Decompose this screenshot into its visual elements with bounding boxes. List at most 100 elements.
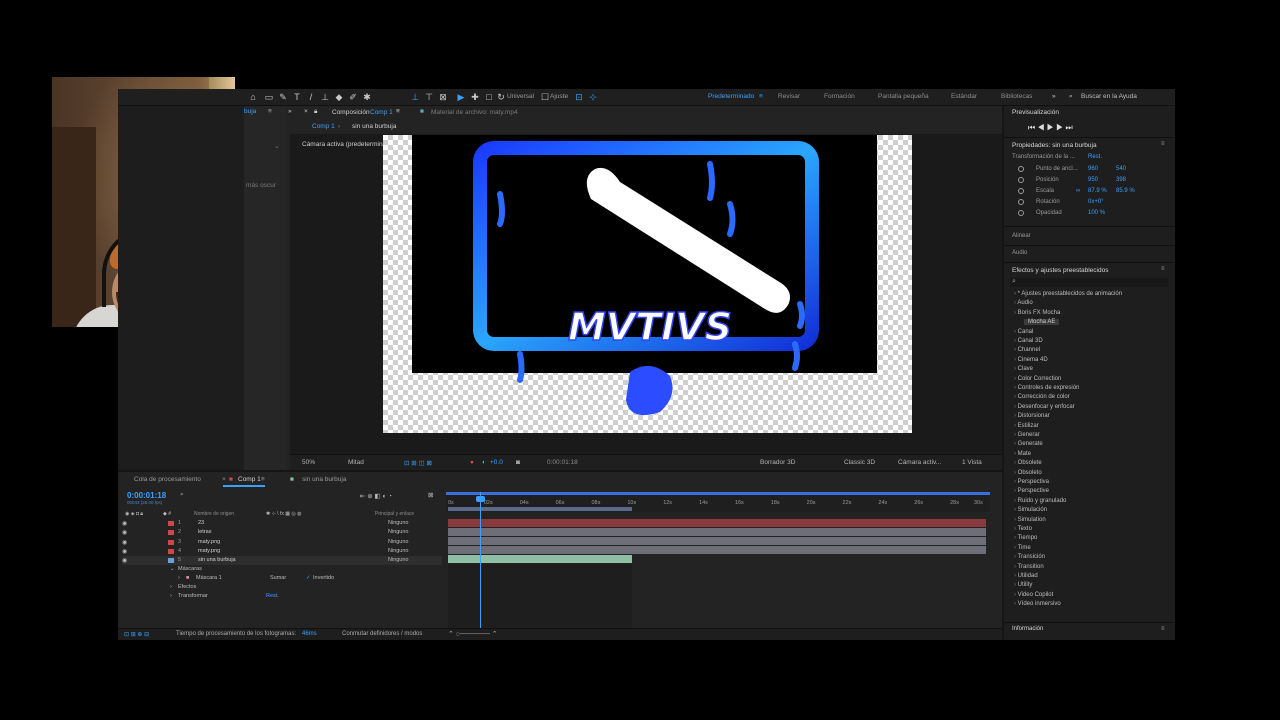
pen-tool-icon[interactable]: ✎ [278,92,288,102]
mask-1-label[interactable]: Máscara 1 [196,575,222,581]
track-bar-layer-5[interactable] [448,555,632,563]
prop-opacity[interactable]: 100 % [1088,210,1105,216]
effects-category-item[interactable]: Obsolete [1014,460,1042,466]
layer-label-color[interactable] [168,521,174,526]
exposure-value[interactable]: +0.0 [490,459,503,466]
layer-parent-select[interactable]: Ninguno [388,529,409,535]
toggle-switches-modes[interactable]: Conmutar definidores / modos [342,631,422,637]
close-icon[interactable]: × [304,108,308,115]
effects-category-item[interactable]: Utility [1014,582,1033,588]
zoom-slider-icon[interactable]: ⌃ ○────── ⌃ [448,630,498,638]
chevron-right-icon[interactable]: › [170,593,172,599]
close-icon[interactable]: × [222,476,226,483]
layer-name[interactable]: letras [198,529,211,535]
renderer-label[interactable]: Borrador 3D [760,459,795,466]
layer-label-color[interactable] [168,548,174,554]
eye-icon[interactable]: ◉ [122,520,127,527]
track-bar-layer-3[interactable] [448,537,986,545]
footage-tab[interactable]: Material de archivo: maty.mp4 [431,109,518,116]
panel-collapse-icon[interactable]: » [288,108,292,115]
universal-label[interactable]: Universal [507,93,534,100]
stopwatch-icon[interactable] [1018,166,1024,172]
project-dropdown[interactable]: más oscur [246,182,276,189]
ajuste-label[interactable]: Ajuste [550,93,568,100]
timeline-layer-row[interactable]: ◉ 2 letras Ninguno [122,528,442,537]
help-search-input[interactable]: Buscar en la Ayuda [1081,93,1137,100]
col-source-name[interactable]: Nombre de origen [194,511,234,517]
chevron-right-icon[interactable]: › [170,584,172,590]
layer-name[interactable]: maty.png [198,548,220,554]
effects-category-item[interactable]: Canal 3D [1014,338,1043,344]
text-tool-icon[interactable]: T [292,92,302,102]
workspace-bibliotecas[interactable]: Bibliotecas [1001,93,1032,100]
layer-name[interactable]: 23 [198,520,204,526]
properties-menu-icon[interactable]: ≡ [1161,141,1165,147]
prop-scale-y[interactable]: 85.9 % [1116,188,1135,194]
effects-category-item[interactable]: Perspectiva [1014,479,1049,485]
effects-category-item[interactable]: Transición [1014,554,1045,560]
pan-tool-icon[interactable]: ⊠ [438,92,448,102]
timeline-layer-row[interactable]: ◉ 3 maty.png Ninguno [122,538,442,547]
effects-category-item[interactable]: Texto [1014,526,1032,532]
transform-reset-link[interactable]: Rest. [266,593,279,599]
audio-panel-label[interactable]: Audio [1012,250,1027,256]
link-icon[interactable]: ∞ [1076,188,1080,194]
workspace-menu-icon[interactable]: ≡ [759,93,763,100]
comp-menu-icon[interactable]: ≡ [396,108,400,115]
workspace-formacion[interactable]: Formación [824,93,855,100]
effects-category-item[interactable]: Clave [1014,366,1033,372]
effects-category-item[interactable]: Transition [1014,564,1044,570]
effects-category-item[interactable]: Canal [1014,329,1034,335]
effects-category-item[interactable]: Simulación [1014,507,1047,513]
workspace-predeterminado[interactable]: Predeterminado [708,93,754,100]
layer-parent-select[interactable]: Ninguno [388,520,409,526]
timeline-layer-row[interactable]: ◉ 1 23 Ninguno [122,519,442,528]
channel-icon[interactable]: ● [470,459,474,466]
effects-category-item[interactable]: Estilizar [1014,423,1039,429]
col-parent-link[interactable]: Principal y enlace [375,511,414,517]
current-time-indicator[interactable] [480,492,481,628]
work-area-range[interactable] [448,507,632,511]
eraser-tool-icon[interactable]: ◆ [334,92,344,102]
prop-position-y[interactable]: 398 [1116,177,1126,183]
stopwatch-icon[interactable] [1018,210,1024,216]
project-menu-icon[interactable]: ≡ [268,108,272,115]
effects-category-item[interactable]: Perspective [1014,488,1049,494]
eye-icon[interactable]: ◉ [122,529,127,536]
exposure-icon[interactable]: ◐ [482,459,486,466]
prop-scale-x[interactable]: 87.9 % [1088,188,1107,194]
more-workspaces-icon[interactable]: » [1052,93,1056,100]
snap-icon[interactable]: ⊡ [574,92,584,102]
timeline-tool-icons[interactable]: ⇤ ⊕ ◧ ◐ ◔ [360,492,392,500]
effects-category-item[interactable]: Boris FX Mocha [1014,310,1061,316]
lock-icon[interactable]: 🔒︎ [314,108,317,116]
rectangle-tool-icon[interactable]: ▭ [264,92,274,102]
workspace-estandar[interactable]: Estándar [951,93,977,100]
chevron-down-icon[interactable]: ⌄ [274,142,279,150]
eye-icon[interactable]: ◉ [122,557,127,564]
eye-icon[interactable]: ◉ [122,548,127,555]
effects-category-item[interactable]: Generar [1014,432,1040,438]
mask-mode-select[interactable]: Sumar [270,575,286,581]
layer-parent-select[interactable]: Ninguno [388,539,409,545]
layer-label-color[interactable] [168,530,174,536]
anchor-tool-icon[interactable]: ⊤ [424,92,434,102]
info-panel-label[interactable]: Información [1012,626,1043,632]
ajuste-checkbox-icon[interactable]: ☐ [540,92,550,102]
move-tool-icon[interactable]: ✚ [470,92,480,102]
effects-menu-icon[interactable]: ≡ [1161,266,1165,272]
effects-category-item[interactable]: Color Correction [1014,376,1062,382]
effects-category-item[interactable]: Mate [1014,451,1031,457]
composition-viewer[interactable]: Cámara activa (predeterminada) MVTIVS [290,134,1002,454]
tab-comp-1[interactable]: Comp 1 [238,476,261,483]
effects-category-item[interactable]: Vídeo inmersivo [1014,601,1061,607]
effects-category-item[interactable]: Audio [1014,300,1032,306]
track-bar-layer-1[interactable] [448,519,986,527]
masks-label[interactable]: Máscaras [178,566,202,572]
resolution-select[interactable]: Mitad [348,459,364,466]
renderer-mode[interactable]: Classic 3D [844,459,875,466]
search-icon[interactable]: ⌕ [1069,93,1073,101]
preview-transport-icon[interactable]: ⏮ ◀ ▶ ▶ ⏭ [1028,123,1073,133]
effects-category-item[interactable]: Controles de expresión [1014,385,1080,391]
timeline-layer-row[interactable]: ◉ 4 maty.png Ninguno [122,547,442,556]
